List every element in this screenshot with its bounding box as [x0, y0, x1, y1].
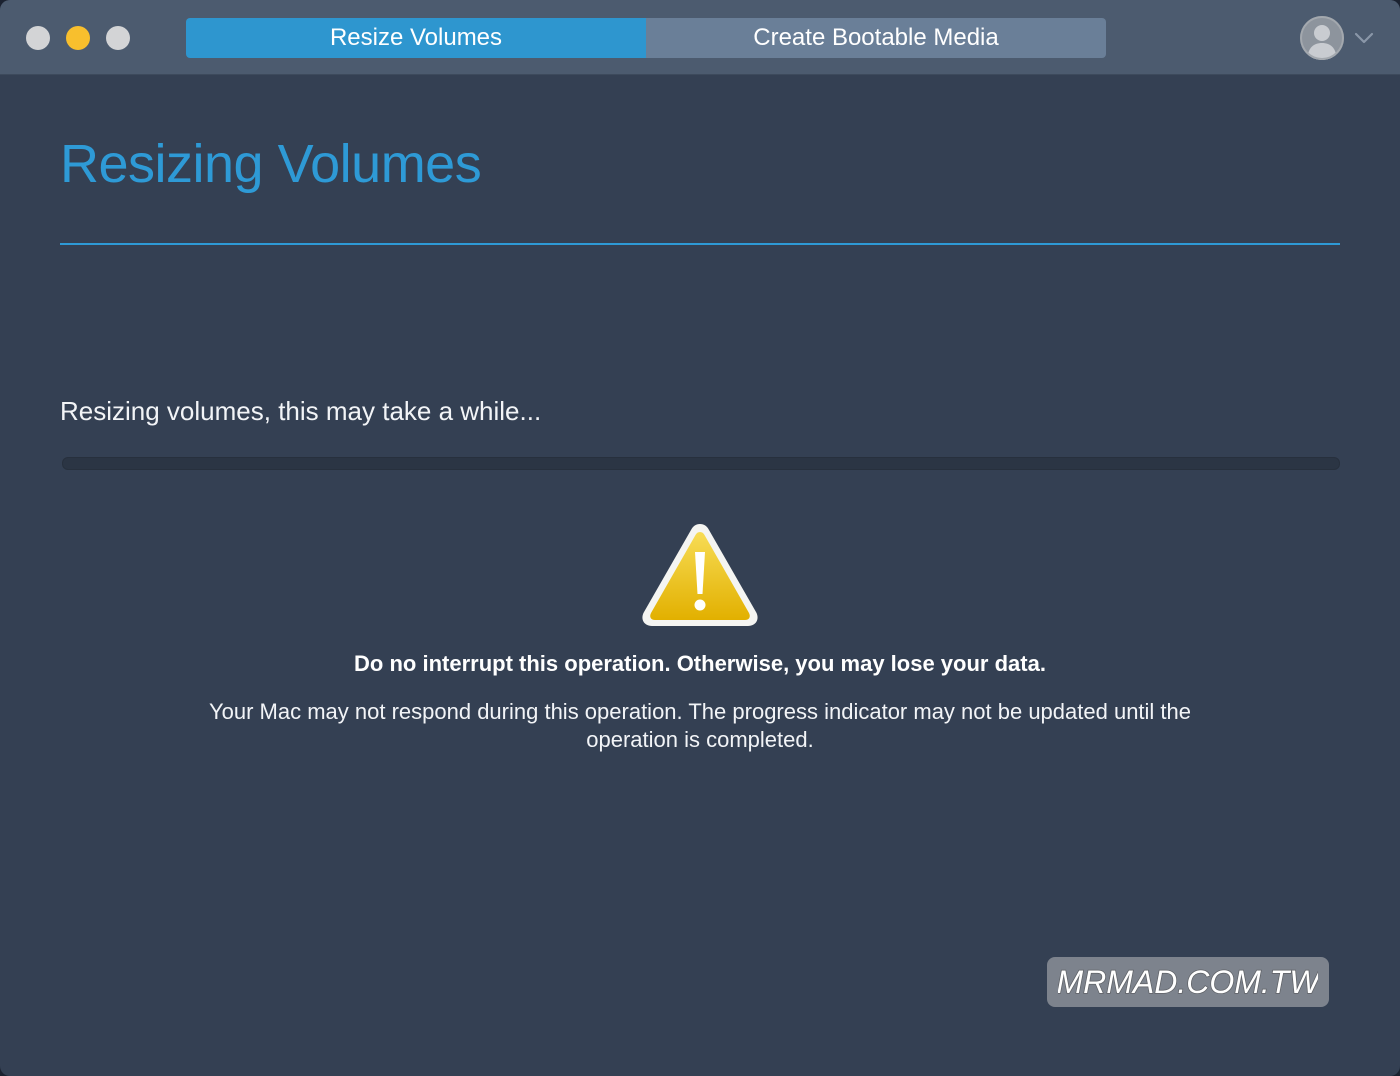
warning-triangle-icon: [640, 520, 760, 630]
progress-bar: [62, 457, 1340, 470]
user-avatar-icon[interactable]: [1300, 16, 1344, 60]
warning-headline: Do no interrupt this operation. Otherwis…: [354, 651, 1046, 676]
maximize-window-button[interactable]: [106, 26, 130, 50]
app-window: Resize Volumes Create Bootable Media Res…: [0, 0, 1400, 1076]
watermark-text: MRMAD.COM.TW: [1058, 964, 1318, 1000]
minimize-window-button[interactable]: [66, 26, 90, 50]
title-divider: [60, 243, 1340, 245]
title-bar: Resize Volumes Create Bootable Media: [0, 0, 1400, 75]
status-text: Resizing volumes, this may take a while.…: [60, 396, 542, 426]
chevron-down-icon[interactable]: [1352, 28, 1376, 48]
tab-resize-volumes[interactable]: Resize Volumes: [186, 18, 646, 58]
close-window-button[interactable]: [26, 26, 50, 50]
watermark-logo: MRMAD.COM.TW: [1047, 957, 1329, 1007]
tab-create-bootable-media[interactable]: Create Bootable Media: [646, 18, 1106, 58]
page-title: Resizing Volumes: [60, 134, 482, 194]
mode-segmented-control: Resize Volumes Create Bootable Media: [186, 18, 1106, 58]
warning-body: Your Mac may not respond during this ope…: [208, 699, 1192, 752]
